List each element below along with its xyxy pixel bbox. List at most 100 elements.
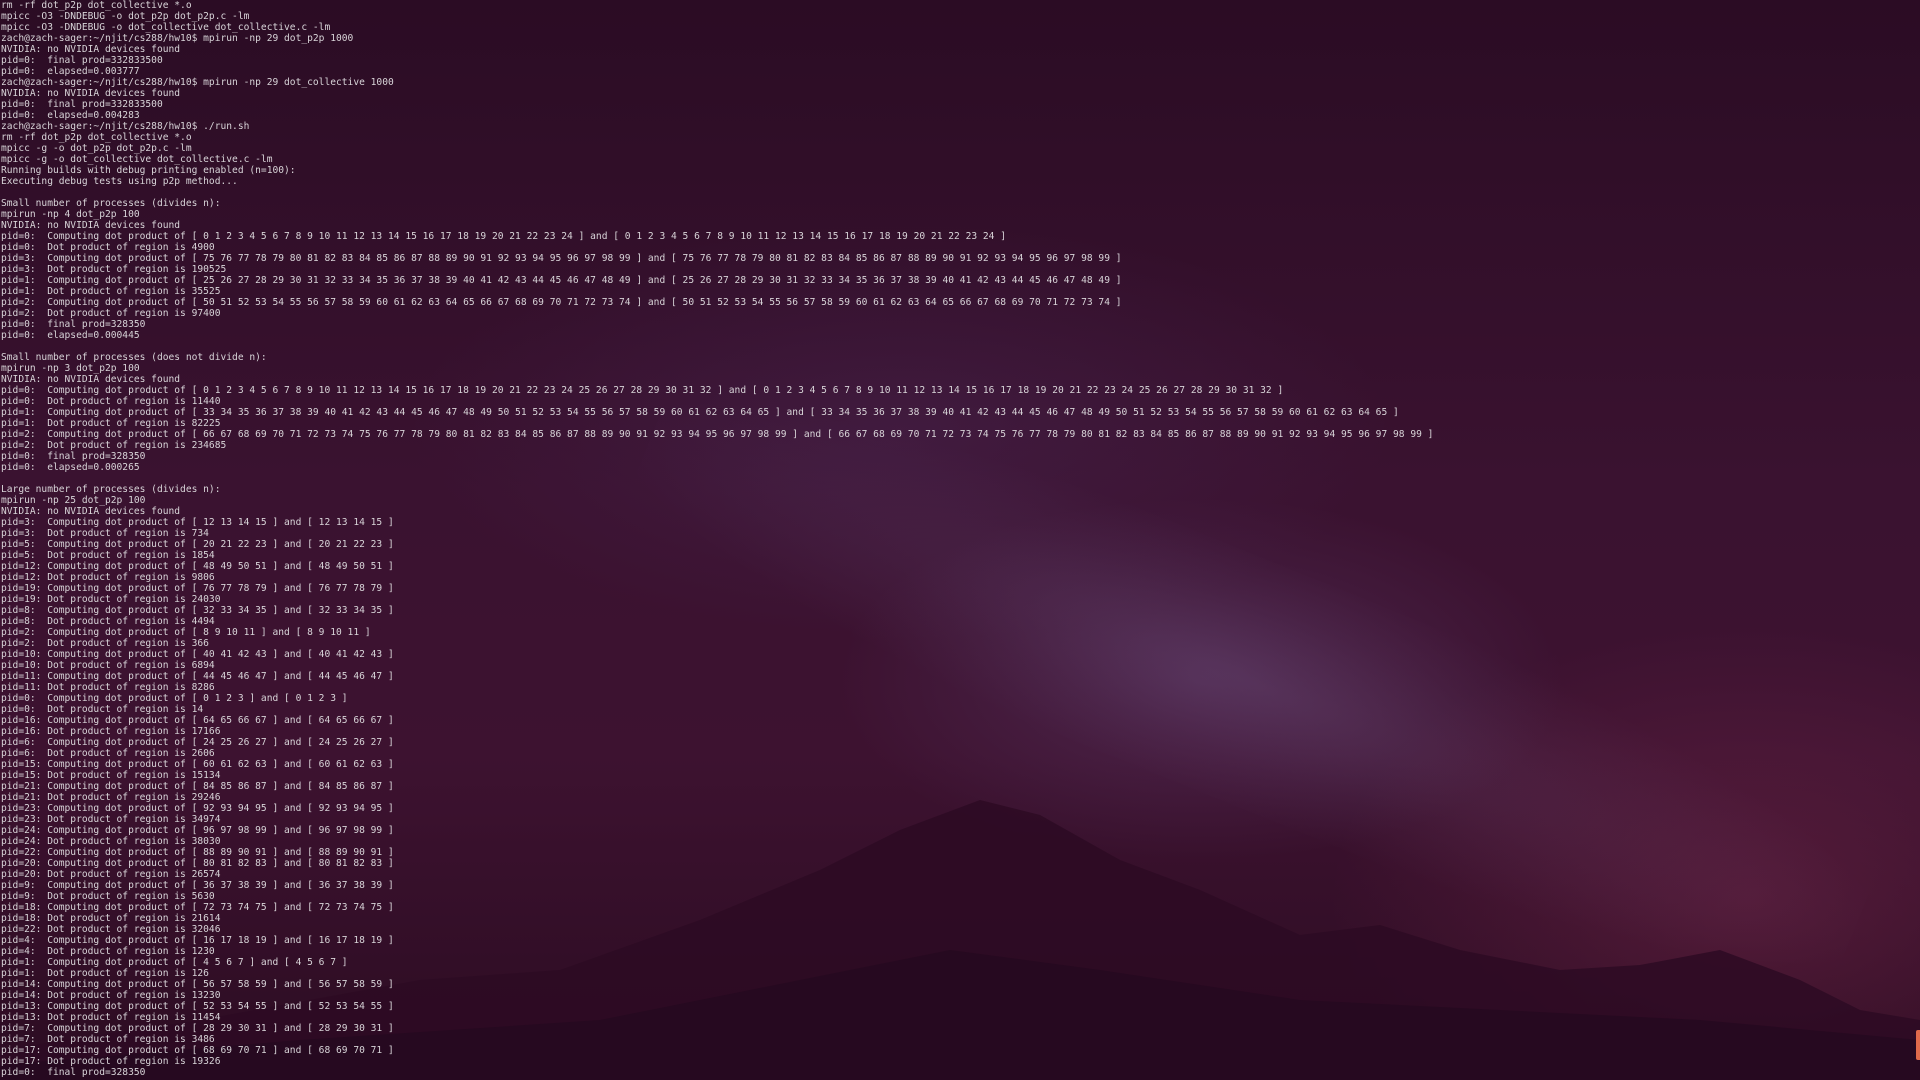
terminal-line: zach@zach-sager:~/njit/cs288/hw10$ mpiru…: [1, 33, 354, 44]
terminal-line: pid=10: Dot product of region is 6894: [1, 660, 215, 671]
terminal-line: pid=1: Dot product of region is 35525: [1, 286, 221, 297]
terminal-line: pid=14: Dot product of region is 13230: [1, 990, 221, 1001]
terminal-line: pid=0: elapsed=0.004283: [1, 110, 140, 121]
terminal-line: rm -rf dot_p2p dot_collective *.o: [1, 0, 192, 11]
terminal-line: pid=17: Computing dot product of [ 68 69…: [1, 1045, 394, 1056]
terminal-line: Running builds with debug printing enabl…: [1, 165, 296, 176]
terminal-line: pid=0: elapsed=0.000445: [1, 330, 140, 341]
terminal-line: pid=0: final prod=328350: [1, 1067, 146, 1078]
terminal-line: pid=11: Dot product of region is 8286: [1, 682, 215, 693]
terminal-line: pid=14: Computing dot product of [ 56 57…: [1, 979, 394, 990]
terminal-line: pid=6: Computing dot product of [ 24 25 …: [1, 737, 394, 748]
terminal-line: pid=0: final prod=328350: [1, 451, 146, 462]
terminal-line: pid=2: Dot product of region is 234685: [1, 440, 227, 451]
terminal-line: pid=22: Computing dot product of [ 88 89…: [1, 847, 394, 858]
terminal-line: pid=19: Computing dot product of [ 76 77…: [1, 583, 394, 594]
terminal-line: pid=23: Computing dot product of [ 92 93…: [1, 803, 394, 814]
terminal-line: pid=0: elapsed=0.003777: [1, 66, 140, 77]
terminal-line: pid=3: Computing dot product of [ 12 13 …: [1, 517, 394, 528]
terminal-line: pid=2: Dot product of region is 366: [1, 638, 209, 649]
terminal-line: pid=1: Dot product of region is 126: [1, 968, 209, 979]
terminal-line: pid=13: Computing dot product of [ 52 53…: [1, 1001, 394, 1012]
terminal-line: mpirun -np 4 dot_p2p 100: [1, 209, 140, 220]
terminal-line: Small number of processes (divides n):: [1, 198, 221, 209]
terminal-line: pid=16: Dot product of region is 17166: [1, 726, 221, 737]
terminal-line: Executing debug tests using p2p method..…: [1, 176, 238, 187]
terminal-line: pid=11: Computing dot product of [ 44 45…: [1, 671, 394, 682]
terminal-line: Small number of processes (does not divi…: [1, 352, 267, 363]
terminal-line: zach@zach-sager:~/njit/cs288/hw10$ ./run…: [1, 121, 250, 132]
terminal-line: pid=1: Computing dot product of [ 4 5 6 …: [1, 957, 348, 968]
terminal-line: pid=18: Dot product of region is 21614: [1, 913, 221, 924]
terminal-line: pid=21: Computing dot product of [ 84 85…: [1, 781, 394, 792]
terminal-line: NVIDIA: no NVIDIA devices found: [1, 374, 181, 385]
terminal-line: pid=6: Dot product of region is 2606: [1, 748, 215, 759]
terminal-line: NVIDIA: no NVIDIA devices found: [1, 44, 181, 55]
terminal-line: pid=2: Computing dot product of [ 50 51 …: [1, 297, 1122, 308]
terminal-line: pid=0: elapsed=0.000265: [1, 462, 140, 473]
terminal-line: pid=15: Dot product of region is 15134: [1, 770, 221, 781]
terminal-line: pid=0: Computing dot product of [ 0 1 2 …: [1, 231, 1007, 242]
terminal-line: pid=13: Dot product of region is 11454: [1, 1012, 221, 1023]
terminal-line: pid=1: Computing dot product of [ 33 34 …: [1, 407, 1399, 418]
terminal-line: pid=5: Computing dot product of [ 20 21 …: [1, 539, 394, 550]
terminal-line: pid=0: Computing dot product of [ 0 1 2 …: [1, 693, 348, 704]
terminal-line: pid=4: Dot product of region is 1230: [1, 946, 215, 957]
terminal-line: pid=12: Computing dot product of [ 48 49…: [1, 561, 394, 572]
terminal-line: NVIDIA: no NVIDIA devices found: [1, 220, 181, 231]
terminal-line: pid=10: Computing dot product of [ 40 41…: [1, 649, 394, 660]
terminal-line: pid=2: Dot product of region is 97400: [1, 308, 221, 319]
terminal-line: mpicc -O3 -DNDEBUG -o dot_p2p dot_p2p.c …: [1, 11, 250, 22]
terminal-line: mpirun -np 25 dot_p2p 100: [1, 495, 146, 506]
terminal-line: rm -rf dot_p2p dot_collective *.o: [1, 132, 192, 143]
terminal-line: pid=20: Computing dot product of [ 80 81…: [1, 858, 394, 869]
terminal-line: pid=1: Dot product of region is 82225: [1, 418, 221, 429]
terminal-line: pid=8: Computing dot product of [ 32 33 …: [1, 605, 394, 616]
terminal-line: pid=0: Dot product of region is 11440: [1, 396, 221, 407]
terminal-line: NVIDIA: no NVIDIA devices found: [1, 506, 181, 517]
terminal-line: pid=16: Computing dot product of [ 64 65…: [1, 715, 394, 726]
terminal-line: pid=0: final prod=332833500: [1, 99, 163, 110]
terminal-line: pid=4: Computing dot product of [ 16 17 …: [1, 935, 394, 946]
terminal-output[interactable]: rm -rf dot_p2p dot_collective *.o mpicc -…: [0, 0, 1900, 1080]
terminal-line: mpicc -g -o dot_p2p dot_p2p.c -lm: [1, 143, 192, 154]
terminal-line: pid=2: Computing dot product of [ 8 9 10…: [1, 627, 371, 638]
terminal-line: pid=9: Computing dot product of [ 36 37 …: [1, 880, 394, 891]
terminal-line: pid=17: Dot product of region is 19326: [1, 1056, 221, 1067]
terminal-line: pid=7: Computing dot product of [ 28 29 …: [1, 1023, 394, 1034]
terminal-line: pid=7: Dot product of region is 3486: [1, 1034, 215, 1045]
terminal-line: pid=2: Computing dot product of [ 66 67 …: [1, 429, 1434, 440]
terminal-line: pid=21: Dot product of region is 29246: [1, 792, 221, 803]
terminal-line: zach@zach-sager:~/njit/cs288/hw10$ mpiru…: [1, 77, 394, 88]
terminal-line: pid=24: Dot product of region is 38030: [1, 836, 221, 847]
terminal-line: pid=3: Computing dot product of [ 75 76 …: [1, 253, 1122, 264]
terminal-line: pid=9: Dot product of region is 5630: [1, 891, 215, 902]
terminal-line: pid=19: Dot product of region is 24030: [1, 594, 221, 605]
terminal-line: pid=0: final prod=328350: [1, 319, 146, 330]
terminal-line: pid=20: Dot product of region is 26574: [1, 869, 221, 880]
terminal-line: pid=23: Dot product of region is 34974: [1, 814, 221, 825]
terminal-line: mpirun -np 3 dot_p2p 100: [1, 363, 140, 374]
terminal-line: pid=0: Dot product of region is 4900: [1, 242, 215, 253]
terminal-line: mpicc -O3 -DNDEBUG -o dot_collective dot…: [1, 22, 331, 33]
terminal-line: pid=0: final prod=332833500: [1, 55, 163, 66]
terminal-line: pid=15: Computing dot product of [ 60 61…: [1, 759, 394, 770]
terminal-line: pid=12: Dot product of region is 9806: [1, 572, 215, 583]
terminal-line: pid=0: Dot product of region is 14: [1, 704, 204, 715]
terminal-line: pid=0: Computing dot product of [ 0 1 2 …: [1, 385, 1284, 396]
terminal-line: mpicc -g -o dot_collective dot_collectiv…: [1, 154, 273, 165]
terminal-line: pid=5: Dot product of region is 1854: [1, 550, 215, 561]
terminal-line: Large number of processes (divides n):: [1, 484, 221, 495]
terminal-line: pid=3: Dot product of region is 190525: [1, 264, 227, 275]
terminal-line: pid=1: Computing dot product of [ 25 26 …: [1, 275, 1122, 286]
terminal-line: NVIDIA: no NVIDIA devices found: [1, 88, 181, 99]
terminal-line: pid=3: Dot product of region is 734: [1, 528, 209, 539]
terminal-line: pid=8: Dot product of region is 4494: [1, 616, 215, 627]
terminal-line: pid=24: Computing dot product of [ 96 97…: [1, 825, 394, 836]
terminal-line: pid=18: Computing dot product of [ 72 73…: [1, 902, 394, 913]
terminal-line: pid=22: Dot product of region is 32046: [1, 924, 221, 935]
terminal-scrollbar-thumb[interactable]: [1916, 1030, 1920, 1060]
